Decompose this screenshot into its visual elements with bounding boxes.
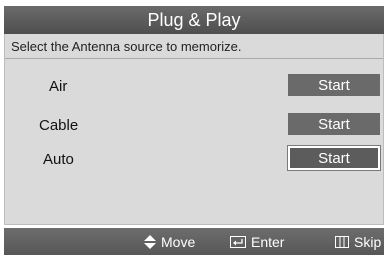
hint-enter: Enter (230, 228, 284, 255)
start-button-air[interactable]: Start (288, 74, 380, 96)
start-button-auto[interactable]: Start (287, 145, 381, 171)
option-label-auto: Auto (43, 151, 74, 168)
options-panel: Select the Antenna source to memorize. A… (4, 34, 384, 225)
hint-skip: Skip (335, 228, 381, 255)
hint-move-label: Move (161, 233, 196, 250)
enter-icon (230, 235, 246, 248)
hint-enter-label: Enter (251, 233, 285, 250)
prompt-text: Select the Antenna source to memorize. (11, 39, 242, 54)
hint-skip-label: Skip (354, 233, 382, 250)
option-label-air: Air (49, 78, 68, 95)
hint-move: Move (144, 228, 195, 255)
option-label-cable: Cable (39, 117, 79, 134)
move-arrows-icon (144, 234, 156, 249)
start-button-cable[interactable]: Start (288, 113, 380, 135)
plug-and-play-dialog: Plug & Play Select the Antenna source to… (0, 0, 388, 259)
dialog-title: Plug & Play (147, 9, 241, 30)
footer-hints: Move Enter Skip (4, 228, 384, 255)
dialog-title-bar: Plug & Play (4, 6, 384, 34)
divider (5, 58, 383, 59)
skip-icon (335, 235, 349, 248)
